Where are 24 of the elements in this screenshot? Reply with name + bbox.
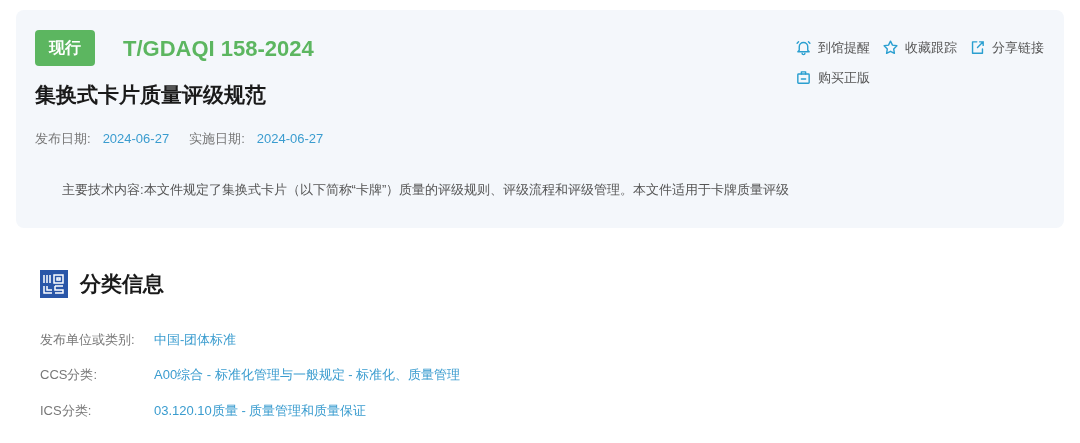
action-link[interactable]: 购买正版 bbox=[795, 67, 870, 87]
date-value: 2024-06-27 bbox=[102, 129, 170, 148]
standard-title: 集换式卡片质量评级规范 bbox=[35, 82, 267, 108]
bell-icon bbox=[795, 39, 812, 57]
date-label: 发布日期: bbox=[35, 129, 91, 148]
field-value: 03.120.10质量 - 质量管理和质量保证 bbox=[154, 401, 367, 420]
date-label: 实施日期: bbox=[189, 129, 245, 148]
field-label: CCS分类: bbox=[40, 366, 99, 384]
field-label: ICS分类: bbox=[40, 401, 93, 420]
action-link[interactable]: 收藏跟踪 bbox=[882, 38, 957, 58]
summary-text: 主要技术内容:本文件规定了集换式卡片（以下简称“卡牌”）质量的评级规则、评级流程和评级管理。本文件适用于卡牌质量评级 bbox=[62, 181, 791, 199]
action-link[interactable]: 到馆提醒 bbox=[795, 38, 870, 58]
field-label: 发布单位或类别: bbox=[40, 330, 136, 349]
star-icon bbox=[882, 39, 899, 57]
logo-icon bbox=[40, 269, 68, 298]
date-value: 2024-06-27 bbox=[256, 129, 324, 148]
status-badge: 现行 bbox=[35, 30, 95, 66]
action-link[interactable]: 分享链接 bbox=[969, 38, 1044, 58]
standard-code: T/GDAQI 158-2024 bbox=[123, 34, 314, 63]
share-icon bbox=[969, 39, 986, 57]
field-value: A00综合 - 标准化管理与一般规定 - 标准化、质量管理 bbox=[154, 366, 461, 384]
field-value: 中国-团体标准 bbox=[154, 330, 237, 349]
bag-icon bbox=[795, 68, 812, 86]
section-heading: 分类信息 bbox=[80, 271, 164, 297]
